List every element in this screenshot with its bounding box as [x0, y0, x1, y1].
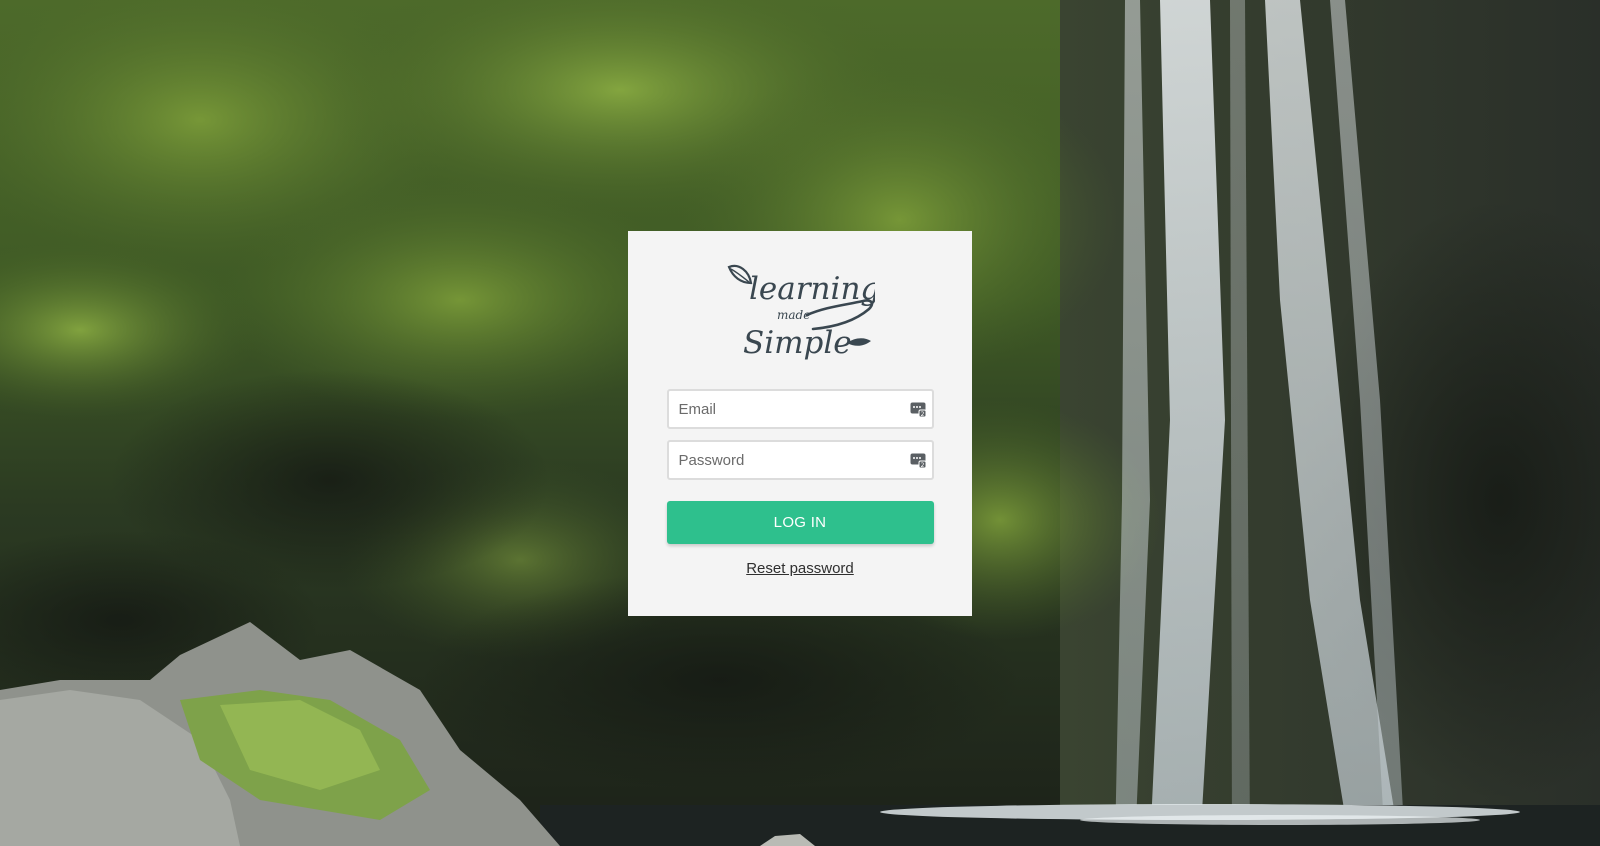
logo-word-simple: Simple	[743, 325, 852, 361]
password-manager-icon[interactable]: 2	[910, 452, 926, 468]
logo-word-made: made	[777, 308, 810, 322]
svg-text:2: 2	[920, 462, 924, 468]
email-field[interactable]: 2	[666, 389, 934, 429]
login-card: learning made Simple 2 2 LOG IN Reset pa…	[628, 231, 972, 616]
password-input[interactable]	[668, 442, 899, 478]
reset-password-link[interactable]: Reset password	[746, 560, 854, 577]
learning-made-simple-logo: learning made Simple	[727, 264, 875, 361]
email-input[interactable]	[668, 391, 899, 427]
password-field[interactable]: 2	[666, 440, 934, 480]
login-button[interactable]: LOG IN	[666, 501, 934, 544]
svg-text:2: 2	[920, 411, 924, 417]
password-manager-icon[interactable]: 2	[910, 401, 926, 417]
